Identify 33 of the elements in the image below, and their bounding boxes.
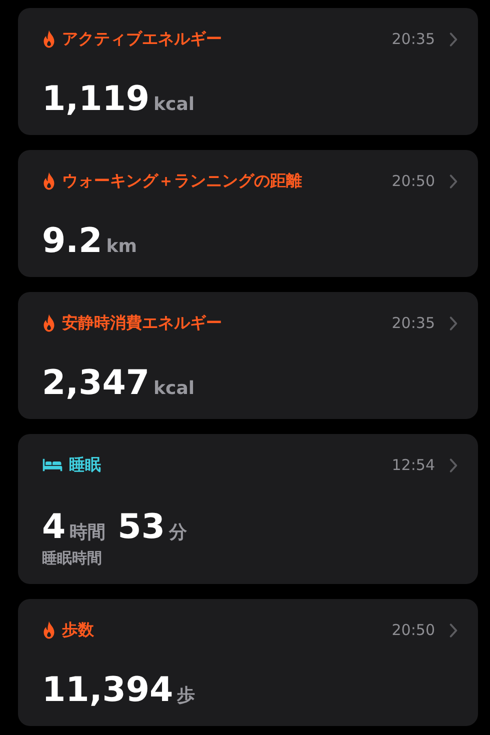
- summary-card[interactable]: 安静時消費エネルギー 20:35 2,347 kcal: [18, 292, 478, 419]
- timestamp: 20:50: [392, 172, 435, 190]
- value-number: 11,394: [42, 670, 174, 710]
- summary-card[interactable]: 歩数 20:50 11,394 歩: [18, 599, 478, 726]
- value-unit: kcal: [154, 94, 195, 115]
- value-number: 1,119: [42, 79, 150, 119]
- card-title: 安静時消費エネルギー: [62, 312, 223, 334]
- value-caption: 睡眠時間: [42, 549, 103, 568]
- timestamp: 20:50: [392, 621, 435, 639]
- value-unit: 時間: [70, 521, 106, 544]
- summary-card[interactable]: 睡眠 12:54 4 時間 53 分 睡眠時間: [18, 434, 478, 584]
- timestamp: 20:35: [392, 30, 435, 48]
- chevron-icon: [449, 316, 458, 330]
- value-unit: km: [106, 236, 137, 257]
- timestamp: 12:54: [392, 456, 435, 474]
- value-unit: 分: [169, 521, 187, 544]
- chevron-icon: [449, 174, 458, 188]
- value-unit: kcal: [154, 378, 195, 399]
- summary-card[interactable]: アクティブエネルギー 20:35 1,119 kcal: [18, 8, 478, 135]
- value-number: 2,347: [42, 363, 150, 403]
- card-title: ウォーキング＋ランニングの距離: [62, 170, 303, 192]
- value-number: 4: [42, 507, 66, 547]
- value-number: 9.2: [42, 221, 102, 261]
- value-number: 53: [118, 507, 165, 547]
- chevron-icon: [449, 32, 458, 46]
- timestamp: 20:35: [392, 314, 435, 332]
- chevron-icon: [449, 622, 458, 638]
- value-unit: 歩: [177, 684, 196, 707]
- card-title: 歩数: [62, 620, 95, 640]
- summary-card[interactable]: ウォーキング＋ランニングの距離 20:50 9.2 km: [18, 150, 478, 277]
- card-title: アクティブエネルギー: [62, 28, 223, 50]
- chevron-icon: [449, 458, 458, 472]
- card-title: 睡眠: [69, 454, 102, 476]
